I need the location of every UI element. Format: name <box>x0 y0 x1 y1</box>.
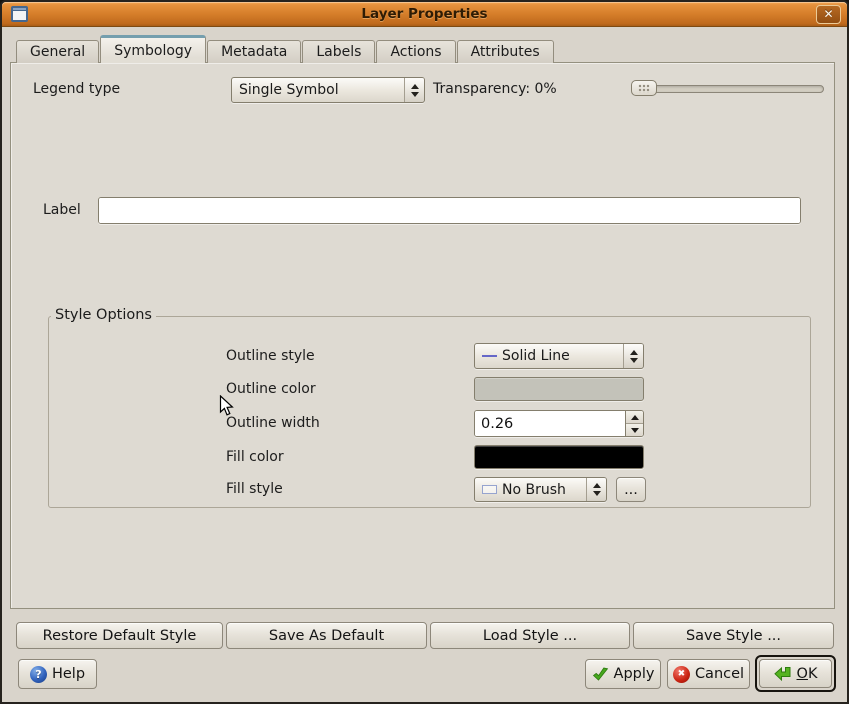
close-button[interactable]: ✕ <box>816 5 841 24</box>
tab-actions[interactable]: Actions <box>376 40 455 63</box>
combo-updown-icon <box>404 78 424 102</box>
help-label: Help <box>52 666 85 682</box>
label-field-label: Label <box>43 202 81 218</box>
slider-handle[interactable] <box>631 80 657 96</box>
outline-width-spinbox <box>474 410 644 437</box>
solid-line-icon <box>482 355 497 357</box>
combo-updown-icon <box>586 478 606 501</box>
ok-button-default-frame: OK <box>755 655 836 692</box>
spin-up-icon <box>631 415 639 420</box>
save-style-label: Save Style ... <box>686 628 781 644</box>
help-button[interactable]: ? Help <box>18 659 97 689</box>
ellipsis-label: ... <box>624 482 638 498</box>
fill-style-label: Fill style <box>226 481 283 497</box>
restore-default-style-label: Restore Default Style <box>43 628 197 644</box>
tab-attributes[interactable]: Attributes <box>457 40 554 63</box>
restore-default-style-button[interactable]: Restore Default Style <box>16 622 223 649</box>
fill-color-label: Fill color <box>226 449 284 465</box>
ok-button[interactable]: OK <box>759 659 832 688</box>
fill-style-value: No Brush <box>502 482 566 498</box>
spin-down-icon <box>631 428 639 433</box>
cancel-button[interactable]: ✖ Cancel <box>667 659 750 689</box>
fill-style-select[interactable]: No Brush <box>474 477 607 502</box>
combo-updown-icon <box>623 344 643 368</box>
tab-general[interactable]: General <box>16 40 99 63</box>
apply-label: Apply <box>614 666 655 682</box>
style-options-group: Style Options Outline style Solid Line O… <box>48 316 811 508</box>
blue-question-icon: ? <box>30 666 47 683</box>
tab-metadata[interactable]: Metadata <box>207 40 301 63</box>
transparency-label: Transparency: 0% <box>433 81 557 97</box>
window-title: Layer Properties <box>2 6 847 22</box>
no-brush-icon <box>482 485 497 494</box>
save-as-default-label: Save As Default <box>269 628 384 644</box>
save-as-default-button[interactable]: Save As Default <box>226 622 427 649</box>
layer-properties-dialog: Layer Properties ✕ General Symbology Met… <box>0 0 849 704</box>
spin-up-button[interactable] <box>626 411 643 423</box>
cancel-label: Cancel <box>695 666 744 682</box>
transparency-slider[interactable] <box>631 80 824 97</box>
slider-track[interactable] <box>631 85 824 93</box>
label-input[interactable] <box>99 198 800 223</box>
mouse-cursor <box>219 395 234 417</box>
tab-bar: General Symbology Metadata Labels Action… <box>16 36 555 63</box>
load-style-label: Load Style ... <box>483 628 577 644</box>
label-input-frame <box>98 197 801 224</box>
fill-style-more-button[interactable]: ... <box>616 477 646 502</box>
fill-color-button[interactable] <box>474 445 644 469</box>
outline-style-select[interactable]: Solid Line <box>474 343 644 369</box>
symbology-tab-page: Legend type Single Symbol Transparency: … <box>10 62 835 609</box>
load-style-button[interactable]: Load Style ... <box>430 622 630 649</box>
tab-labels[interactable]: Labels <box>302 40 375 63</box>
outline-width-input[interactable] <box>475 411 625 436</box>
spin-buttons <box>625 411 643 436</box>
outline-color-label: Outline color <box>226 381 316 397</box>
ok-label: OK <box>797 666 818 682</box>
legend-type-label: Legend type <box>33 81 120 97</box>
style-options-title: Style Options <box>51 307 156 323</box>
slider-grip-icon <box>638 84 650 93</box>
outline-style-label: Outline style <box>226 348 315 364</box>
titlebar[interactable]: Layer Properties ✕ <box>2 2 847 27</box>
outline-width-label: Outline width <box>226 415 320 431</box>
green-return-arrow-icon <box>774 666 792 682</box>
tab-symbology[interactable]: Symbology <box>100 35 206 63</box>
ok-mnemonic: O <box>797 666 808 682</box>
close-x-icon: ✕ <box>823 7 833 21</box>
save-style-button[interactable]: Save Style ... <box>633 622 834 649</box>
outline-style-value: Solid Line <box>502 348 570 364</box>
green-check-icon <box>592 667 609 682</box>
legend-type-value: Single Symbol <box>239 82 339 98</box>
legend-type-select[interactable]: Single Symbol <box>231 77 425 103</box>
red-cross-icon: ✖ <box>673 666 690 683</box>
ok-rest: K <box>808 666 818 682</box>
spin-down-button[interactable] <box>626 423 643 436</box>
outline-color-button[interactable] <box>474 377 644 401</box>
apply-button[interactable]: Apply <box>585 659 661 689</box>
